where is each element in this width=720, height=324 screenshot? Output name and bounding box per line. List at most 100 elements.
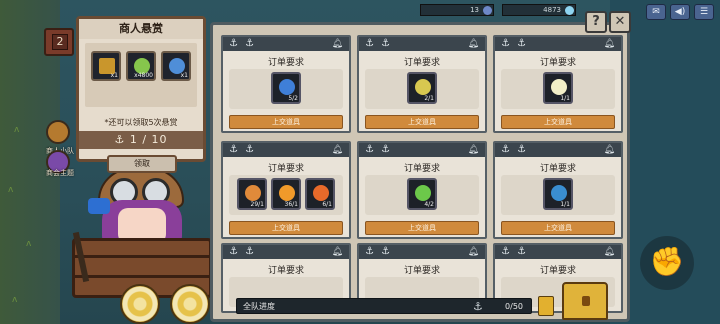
order-title: 订单要求 [267,266,304,276]
merchant-team-icon[interactable] [46,120,70,144]
close-button[interactable]: ✕ [609,11,631,33]
coin-icon [483,6,492,15]
reward-slot[interactable]: x4800 [126,51,156,81]
order-items: 29/1 36/1 6/1 [229,175,343,215]
green-shell-icon [415,185,431,201]
reward-qty: x1 [110,72,118,79]
anchor-icon: ⚓ [501,246,510,257]
resource-counter: 4873 [502,4,576,16]
claim-button[interactable]: 领取 [107,155,177,173]
order-title: 订单要求 [267,58,304,68]
submit-items-button[interactable]: 上交道具 [501,221,615,235]
resource-value: 4873 [543,6,561,14]
wheel-left [120,284,160,324]
help-button[interactable]: ? [585,11,607,33]
item-qty: 1/1 [560,201,570,208]
order-ribbon: ⚓ ⚓ 🔔︎ [359,37,485,51]
submit-items-button[interactable]: 上交道具 [365,221,479,235]
bounty-rewards: x1 x4800 x1 [85,43,197,107]
anchor-icon: ⚓ [245,38,254,49]
order-ribbon: ⚓ ⚓ 🔔︎ [495,37,621,51]
bell-icon: 🔔︎ [331,247,343,257]
order-title: 订单要求 [267,164,304,174]
bell-icon: 🔔︎ [603,247,615,257]
anchor-icon: ⚓ [229,144,238,155]
item-slot[interactable]: 1/1 [543,178,573,210]
reward-qty: x1 [180,72,188,79]
item-slot[interactable]: 29/1 [237,178,267,210]
anchor-icon: ⚓ [229,38,238,49]
anchor-icon: ⚓ [381,38,390,49]
reward-slot[interactable]: x1 [91,51,121,81]
goldfish-icon [279,185,295,201]
order-title: 订单要求 [539,58,576,68]
bounty-counter: ⚓ 1 / 10 [79,131,203,149]
home-level-badge: 2 [52,34,68,50]
order-card: ⚓ ⚓ 🔔︎ 订单要求 1/1 上交道具 [493,141,623,239]
order-items: 5/2 [229,69,343,109]
reward-qty: x4800 [134,72,153,79]
order-ribbon: ⚓ ⚓ 🔔︎ [359,245,485,259]
resource-value: 13 [470,6,479,14]
submit-items-button[interactable]: 上交道具 [229,115,343,129]
bell-icon: 🔔︎ [467,145,479,155]
item-slot[interactable]: 2/1 [407,72,437,104]
item-qty: 1/1 [560,95,570,102]
anchor-icon: ⚓ [365,246,374,257]
order-items: 1/1 [501,69,615,109]
resource-bar: 13 4873 [420,4,580,18]
order-card: ⚓ ⚓ 🔔︎ 订单要求 4/2 上交道具 [357,141,487,239]
bell-icon: 🔔︎ [331,39,343,49]
order-ribbon: ⚓ ⚓ 🔔︎ [223,245,349,259]
mail-icon[interactable]: ✉ [646,4,666,20]
order-card: ⚓ ⚓ 🔔︎ 订单要求 1/1 上交道具 [493,35,623,133]
bounty-title: 商人悬赏 [79,19,203,39]
anchor-icon: ⚓ [365,38,374,49]
item-slot[interactable]: 5/2 [271,72,301,104]
koi-icon [313,185,329,201]
reward-slot[interactable]: x1 [161,51,191,81]
item-qty: 29/1 [250,201,264,208]
anchor-icon: ⚓ [381,246,390,257]
anchor-icon: ⚓ [501,144,510,155]
order-ribbon: ⚓ ⚓ 🔔︎ [495,143,621,157]
item-qty: 4/2 [424,201,434,208]
grass-tuft: ʌ [8,185,14,195]
submit-items-button[interactable]: 上交道具 [365,115,479,129]
diamond-icon [565,6,574,15]
bell-icon: 🔔︎ [467,39,479,49]
submit-items-button[interactable]: 上交道具 [501,115,615,129]
item-qty: 36/1 [284,201,298,208]
grass-tuft: ʌ [12,295,18,305]
item-slot[interactable]: 6/1 [305,178,335,210]
bounty-count-value: 1 / 10 [129,133,168,146]
treasure-chest-icon[interactable] [562,282,608,320]
anchor-icon: ⚓ [501,38,510,49]
item-slot[interactable]: 36/1 [271,178,301,210]
order-title: 订单要求 [403,58,440,68]
order-title: 订单要求 [539,164,576,174]
bell-icon: 🔔︎ [331,145,343,155]
item-slot[interactable]: 4/2 [407,178,437,210]
anchor-icon: ⚓ [517,38,526,49]
fist-icon[interactable]: ✊ [640,236,694,290]
sound-icon[interactable]: ◀) [670,4,690,20]
order-card: ⚓ ⚓ 🔔︎ 订单要求 2/1 上交道具 [357,35,487,133]
bell-icon: 🔔︎ [603,39,615,49]
home-button[interactable]: 2 [44,28,74,56]
order-title: 订单要求 [539,266,576,276]
order-card: ⚓ ⚓ 🔔︎ 订单要求 5/2 上交道具 [221,35,351,133]
resource-counter: 13 [420,4,494,16]
submit-items-button[interactable]: 上交道具 [229,221,343,235]
bell-icon: 🔔︎ [603,145,615,155]
order-ribbon: ⚓ ⚓ 🔔︎ [495,245,621,259]
order-title: 订单要求 [403,164,440,174]
bounty-remaining-note: *还可以领取5次悬赏 [104,118,178,127]
item-slot[interactable]: 1/1 [543,72,573,104]
menu-icon[interactable]: ☰ [694,4,714,20]
anchor-icon: ⚓ [517,144,526,155]
anchor-icon: ⚓ [229,246,238,257]
anchor-icon: ⚓ [517,246,526,257]
ticket-icon[interactable] [538,296,554,316]
order-items: 4/2 [365,175,479,215]
